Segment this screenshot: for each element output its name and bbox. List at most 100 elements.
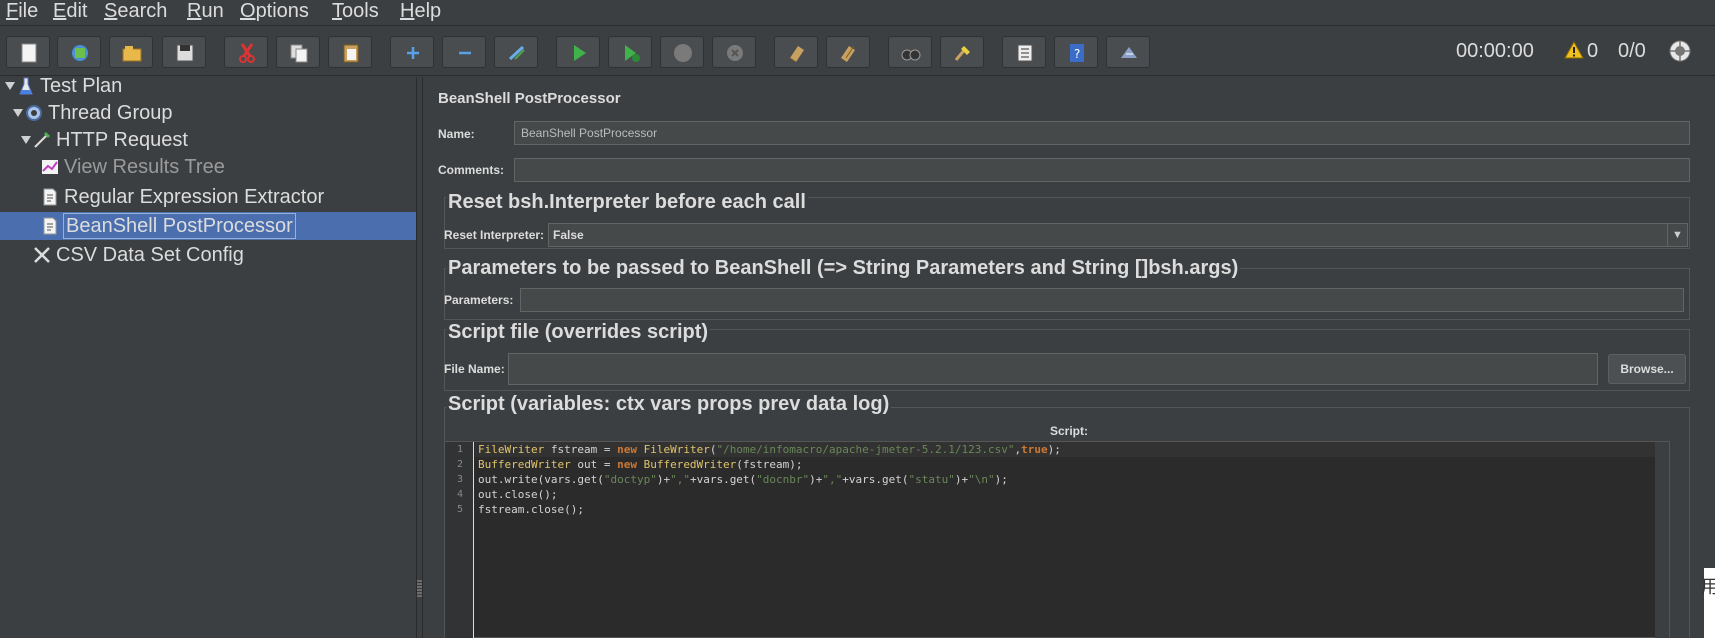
line-number: 4 [456, 489, 463, 500]
warning-count[interactable]: 0 [1587, 40, 1598, 63]
start-icon [574, 45, 586, 61]
chevron-down-icon[interactable] [12, 105, 24, 119]
tree-item-label: Test Plan [40, 75, 123, 97]
menu-file[interactable]: File [6, 0, 38, 24]
save-button[interactable] [162, 36, 206, 68]
paste-button[interactable] [328, 36, 372, 68]
flask-icon [19, 77, 33, 95]
gear-icon [26, 105, 42, 121]
active-threads: 0/0 [1618, 40, 1646, 62]
paste-icon [343, 44, 359, 63]
toggle-icon [508, 45, 525, 61]
copy-button[interactable] [276, 36, 320, 68]
clear-all-button[interactable] [826, 36, 870, 68]
reset-search-icon [954, 46, 970, 61]
copy-icon [290, 44, 308, 63]
collapse-all-button[interactable] [442, 36, 486, 68]
open-button[interactable] [109, 36, 153, 68]
clear-button[interactable] [774, 36, 818, 68]
script-line: out.close(); [478, 488, 558, 501]
test-plan-tree: Test Plan Thread Group HTTP Request View… [0, 75, 416, 638]
chevron-down-icon[interactable] [20, 132, 32, 146]
new-button[interactable] [6, 36, 50, 68]
comments-field[interactable] [514, 158, 1690, 182]
reset-group-title: Reset bsh.Interpreter before each call [446, 191, 808, 214]
line-number-gutter: 1 2 3 4 5 [445, 442, 474, 638]
tree-item-label: Regular Expression Extractor [64, 186, 325, 208]
svg-text:?: ? [1074, 47, 1080, 61]
toggle-button[interactable] [494, 36, 538, 68]
script-line: out.write(vars.get("doctyp")+","+vars.ge… [478, 473, 1008, 486]
chevron-down-icon[interactable] [4, 78, 16, 92]
tree-item-thread-group[interactable]: Thread Group [0, 99, 416, 127]
script-line: fstream.close(); [478, 503, 584, 516]
menu-help[interactable]: Help [400, 0, 441, 24]
shutdown-button[interactable] [712, 36, 756, 68]
cut-button[interactable] [224, 36, 268, 68]
script-editor[interactable]: 1 2 3 4 5 FileWriter fstream = new FileW… [444, 441, 1670, 638]
script-line: BufferedWriter out = new BufferedWriter(… [478, 458, 803, 471]
file-name-field[interactable] [508, 353, 1598, 385]
reset-interpreter-label: Reset Interpreter: [444, 228, 545, 242]
editor-scrollbar[interactable] [1655, 442, 1669, 638]
tree-item-test-plan[interactable]: Test Plan [0, 72, 416, 100]
shutdown-icon [727, 45, 743, 61]
line-number: 3 [456, 474, 463, 485]
document-icon [43, 188, 57, 206]
split-pane-divider[interactable] [416, 77, 423, 638]
collapse-icon [459, 51, 471, 55]
parameters-label: Parameters: [444, 293, 514, 307]
line-number: 1 [456, 444, 463, 455]
help-button[interactable]: ? [1054, 36, 1098, 68]
expand-icon [407, 47, 419, 59]
start-no-pause-button[interactable] [608, 36, 652, 68]
panel-title: BeanShell PostProcessor [438, 90, 621, 107]
grip-icon [417, 580, 422, 597]
expand-all-button[interactable] [390, 36, 434, 68]
wrench-icon [34, 247, 50, 263]
menu-edit[interactable]: Edit [53, 0, 87, 24]
stop-button[interactable] [660, 36, 704, 68]
start-button[interactable] [556, 36, 600, 68]
clear-icon [789, 46, 804, 63]
file-group-title: Script file (overrides script) [446, 321, 711, 344]
tree-item-label: HTTP Request [56, 129, 188, 151]
reset-search-button[interactable] [940, 36, 984, 68]
clear-all-icon [841, 45, 855, 62]
reset-interpreter-value: False [553, 228, 584, 242]
templates-icon [72, 45, 88, 61]
tree-item-http-request[interactable]: HTTP Request [0, 126, 416, 154]
reset-interpreter-select[interactable]: False ▼ [548, 223, 1688, 247]
tree-item-view-results-tree[interactable]: View Results Tree [0, 153, 416, 181]
line-number: 2 [456, 459, 463, 470]
parameters-field[interactable] [520, 288, 1684, 312]
menu-tools[interactable]: Tools [332, 0, 379, 24]
start-no-pause-icon [625, 45, 640, 62]
browse-button[interactable]: Browse... [1608, 354, 1686, 384]
tree-item-label: View Results Tree [64, 156, 225, 178]
menu-search[interactable]: Search [104, 0, 167, 24]
tree-item-label: BeanShell PostProcessor [63, 213, 296, 239]
edge-char: 用 [1701, 577, 1715, 598]
menu-run[interactable]: Run [187, 0, 224, 24]
script-group-title: Script (variables: ctx vars props prev d… [446, 393, 892, 416]
templates-button[interactable] [57, 36, 101, 68]
tree-item-regex-extractor[interactable]: Regular Expression Extractor [0, 183, 416, 211]
warning-icon [1564, 41, 1584, 59]
cut-icon [239, 43, 255, 63]
name-field[interactable]: BeanShell PostProcessor [514, 121, 1690, 145]
search-button[interactable] [888, 36, 932, 68]
edge-fragment: 用 [1701, 568, 1715, 638]
remote-icon [1121, 47, 1137, 58]
menu-bar: File Edit Search Run Options Tools Help [0, 0, 1715, 26]
remote-button[interactable] [1106, 36, 1150, 68]
name-label: Name: [438, 127, 475, 141]
function-helper-button[interactable] [1002, 36, 1046, 68]
line-number: 5 [456, 504, 463, 515]
remote-status-icon [1669, 40, 1691, 62]
document-icon [43, 217, 57, 235]
tree-item-beanshell-postprocessor[interactable]: BeanShell PostProcessor [0, 212, 416, 240]
menu-options[interactable]: Options [240, 0, 309, 24]
tree-item-csv-data-set-config[interactable]: CSV Data Set Config [0, 241, 416, 269]
chevron-down-icon[interactable]: ▼ [1667, 224, 1687, 246]
